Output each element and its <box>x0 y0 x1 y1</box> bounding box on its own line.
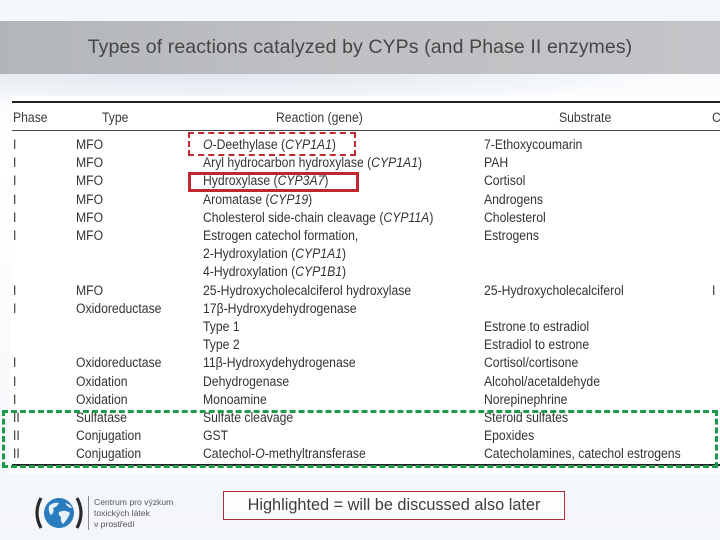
gene-name: CYP1A1 <box>371 155 418 172</box>
header-phase: Phase <box>13 110 48 126</box>
cell-type: MFO <box>76 137 104 153</box>
reaction-text: Type 2 <box>203 337 240 354</box>
reaction-text: Monoamine <box>203 391 267 408</box>
reaction-suffix: ) <box>342 264 347 281</box>
cell-substrate: Estrogens <box>484 228 539 244</box>
cell-reaction: 4-Hydroxylation (CYP1B1) <box>203 263 346 281</box>
cell-reaction: 2-Hydroxylation (CYP1A1) <box>203 245 346 263</box>
cell-substrate: 25-Hydroxycholecalciferol <box>484 282 624 299</box>
gene-name: CYP19 <box>269 191 309 208</box>
cell-substrate: 7-Ethoxycoumarin <box>484 137 583 153</box>
cell-substrate: Cortisol <box>484 173 526 190</box>
cell-substrate: Cholesterol <box>484 209 546 226</box>
cell-phase: I <box>13 191 17 208</box>
cell-substrate: Androgens <box>484 191 544 208</box>
cell-type: MFO <box>76 173 104 190</box>
cell-substrate: Estrone to estradiol <box>484 319 590 335</box>
cell-type: MFO <box>76 155 104 172</box>
reaction-text: Type 1 <box>203 319 240 335</box>
reaction-suffix: ) <box>342 246 347 263</box>
cell-type: MFO <box>76 282 104 299</box>
header-extra-cut-off: C <box>712 110 720 126</box>
cell-phase: I <box>13 228 17 244</box>
cell-substrate: Alcohol/acetaldehyde <box>484 373 601 390</box>
gene-name: CYP1B1 <box>295 264 343 281</box>
highlight-legend-note: Highlighted = will be discussed also lat… <box>223 491 565 520</box>
cell-phase: I <box>13 209 17 226</box>
reaction-text: Dehydrogenase <box>203 373 290 390</box>
table-top-rule <box>12 101 720 103</box>
reaction-text: Aromatase ( <box>203 191 270 208</box>
gene-name: CYP11A <box>383 209 430 226</box>
cell-type: MFO <box>76 228 104 244</box>
highlight-red-solid-box <box>188 172 359 192</box>
gene-name: CYP1A1 <box>295 246 343 263</box>
table-header-rule <box>12 130 720 131</box>
institution-logo: Centrum pro výzkum toxických látek v pro… <box>35 494 185 532</box>
reaction-text: Aryl hydrocarbon hydroxylase ( <box>203 155 372 172</box>
cell-phase: I <box>13 391 17 408</box>
cell-phase: I <box>13 137 17 153</box>
title-band: Types of reactions catalyzed by CYPs (an… <box>0 21 720 74</box>
logo-line: v prostředí <box>94 519 135 529</box>
cell-substrate: Norepinephrine <box>484 391 568 408</box>
cell-substrate: Estradiol to estrone <box>484 337 590 354</box>
cell-phase: I <box>13 373 17 390</box>
cell-reaction: 25-Hydroxycholecalciferol hydroxylase <box>203 282 411 300</box>
logo-line: toxických látek <box>94 508 150 518</box>
cell-type: MFO <box>76 209 104 226</box>
cell-phase: I <box>13 155 17 172</box>
cell-substrate: Cortisol/cortisone <box>484 355 579 372</box>
cell-reaction: Estrogen catechol formation, <box>203 227 358 245</box>
highlight-red-dashed-box <box>188 132 356 156</box>
reaction-text: Cholesterol side-chain cleavage ( <box>203 209 384 226</box>
globe-icon <box>35 497 83 529</box>
logo-text: Centrum pro výzkum toxických látek v pro… <box>94 497 173 530</box>
reaction-suffix: ) <box>308 191 313 208</box>
reaction-suffix: ) <box>417 155 423 172</box>
reaction-text: Estrogen catechol formation, <box>203 228 359 244</box>
cell-type: Oxidoreductase <box>76 355 162 372</box>
cell-reaction: Type 2 <box>203 336 240 354</box>
cell-reaction: Aromatase (CYP19) <box>203 191 312 209</box>
cell-type: Oxidation <box>76 391 128 408</box>
header-substrate: Substrate <box>559 110 612 126</box>
highlight-green-dashed-box <box>2 410 718 468</box>
reaction-text: 4-Hydroxylation ( <box>203 264 296 281</box>
cell-phase: I <box>13 355 17 372</box>
header-reaction: Reaction (gene) <box>276 110 363 126</box>
cell-type: Oxidation <box>76 373 128 390</box>
cell-reaction: Monoamine <box>203 391 267 409</box>
cell-reaction: Aryl hydrocarbon hydroxylase (CYP1A1) <box>203 154 422 172</box>
cell-reaction: Dehydrogenase <box>203 373 289 391</box>
note-text: Highlighted = will be discussed also lat… <box>247 496 541 514</box>
logo-divider <box>88 496 89 530</box>
reaction-text: 25-Hydroxycholecalciferol hydroxylase <box>203 282 412 299</box>
reaction-text: 11β-Hydroxydehydrogenase <box>203 355 356 372</box>
header-type: Type <box>102 110 129 126</box>
reaction-suffix: ) <box>429 209 434 226</box>
cell-substrate: PAH <box>484 155 509 172</box>
cell-reaction: 11β-Hydroxydehydrogenase <box>203 354 356 372</box>
slide-title: Types of reactions catalyzed by CYPs (an… <box>87 36 633 58</box>
cell-reaction: Type 1 <box>203 318 240 336</box>
cell-reaction: 17β-Hydroxydehydrogenase <box>203 300 357 318</box>
logo-line: Centrum pro výzkum <box>94 497 174 507</box>
cell-phase: I <box>13 300 17 317</box>
cell-phase: I <box>13 173 17 190</box>
cell-extra-cut-off: I <box>712 282 716 299</box>
reaction-text: 2-Hydroxylation ( <box>203 246 296 263</box>
reaction-text: 17β-Hydroxydehydrogenase <box>203 300 357 317</box>
cell-type: MFO <box>76 191 104 208</box>
cell-phase: I <box>13 282 17 299</box>
cell-reaction: Cholesterol side-chain cleavage (CYP11A) <box>203 209 433 227</box>
cell-type: Oxidoreductase <box>76 300 162 317</box>
